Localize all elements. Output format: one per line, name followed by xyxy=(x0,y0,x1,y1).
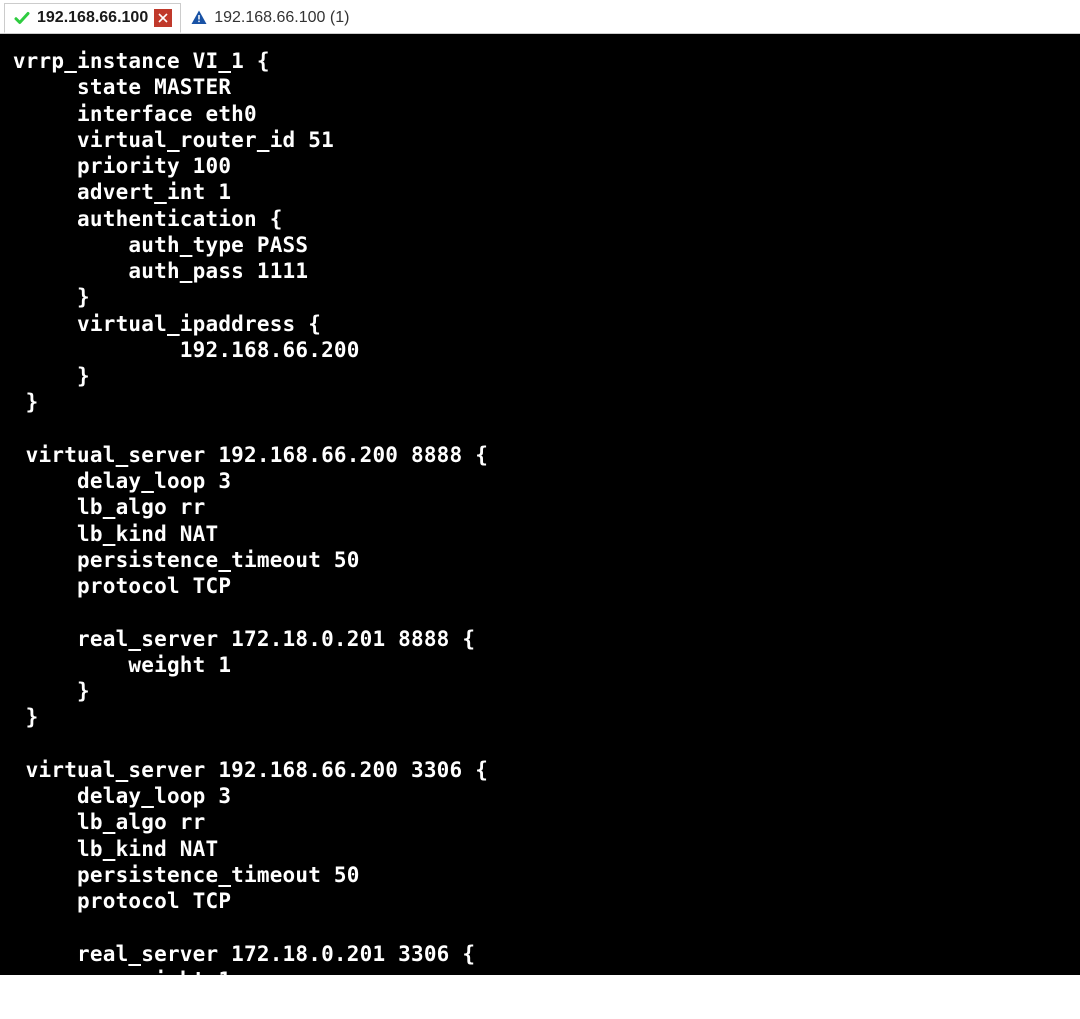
terminal-output[interactable]: vrrp_instance VI_1 { state MASTER interf… xyxy=(0,34,1080,975)
close-icon[interactable] xyxy=(154,9,172,27)
tab-active[interactable]: 192.168.66.100 xyxy=(4,3,181,33)
tab-bar: 192.168.66.100 192.168.66.100 (1) xyxy=(0,0,1080,34)
tab-title: 192.168.66.100 (1) xyxy=(214,9,349,27)
tab-title: 192.168.66.100 xyxy=(37,9,148,27)
check-icon xyxy=(13,9,31,27)
warning-icon xyxy=(190,9,208,27)
tab-inactive[interactable]: 192.168.66.100 (1) xyxy=(181,3,358,33)
